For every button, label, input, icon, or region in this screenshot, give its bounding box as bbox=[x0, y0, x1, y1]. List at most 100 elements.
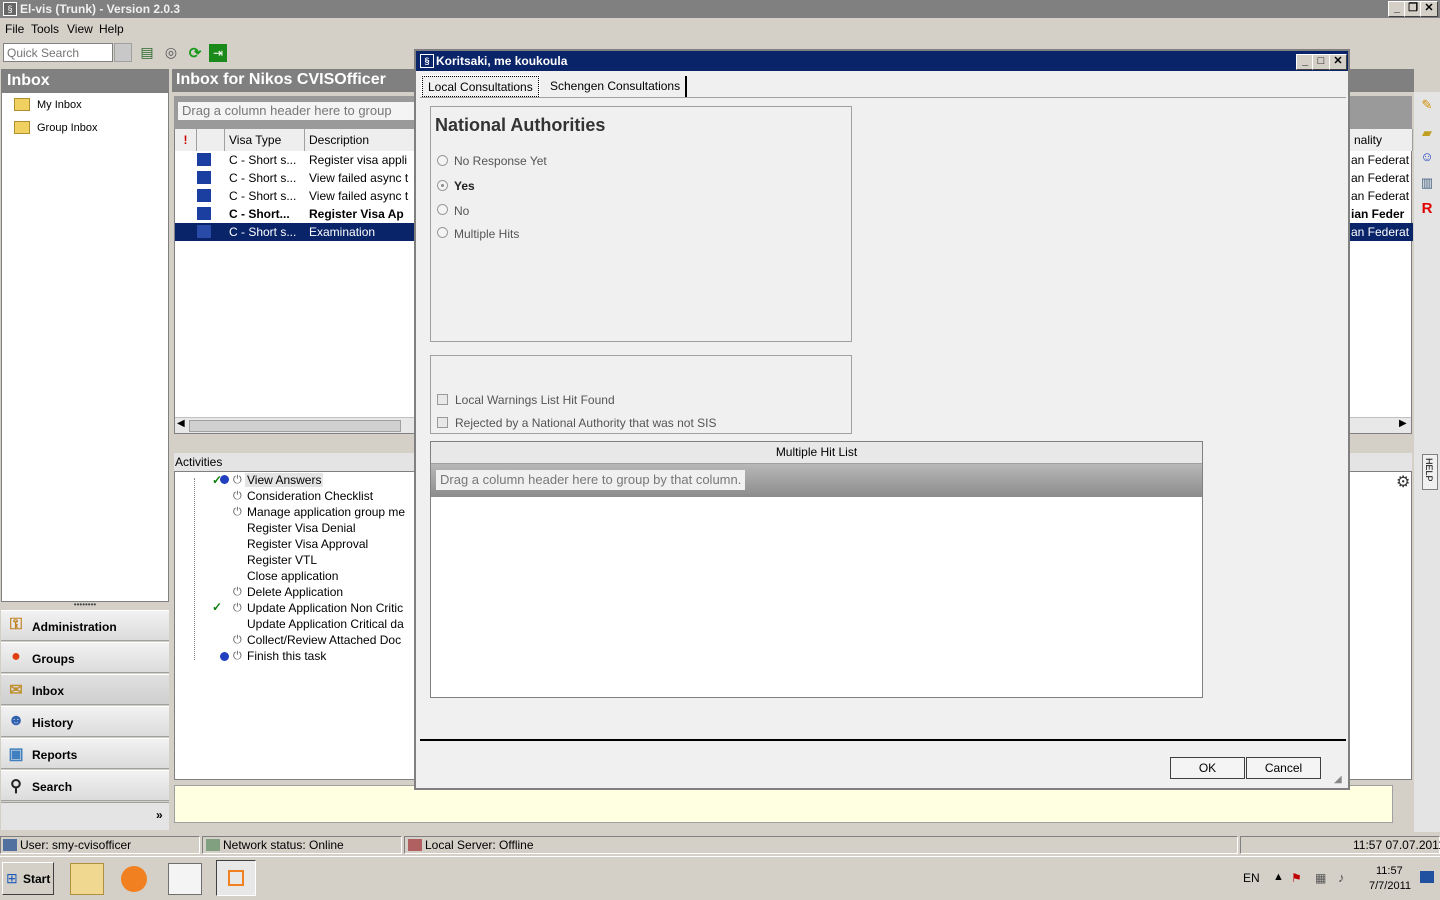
radio-no[interactable] bbox=[437, 204, 448, 215]
open-folder-icon[interactable]: ▰ bbox=[1420, 126, 1434, 140]
cell-visa-type: C - Short s... bbox=[229, 171, 297, 185]
show-hidden-icons-icon[interactable]: ▲ bbox=[1273, 871, 1284, 883]
clock-date[interactable]: 7/7/2011 bbox=[1369, 880, 1411, 892]
dialog-footer-separator bbox=[420, 739, 1346, 741]
column-header-priority[interactable]: ! bbox=[175, 129, 197, 151]
activity-update-critical[interactable]: Update Application Critical da bbox=[247, 617, 404, 631]
dialog-logo-icon[interactable]: § bbox=[420, 54, 434, 68]
table-row-selected[interactable]: C - Short s... Examination bbox=[175, 223, 415, 241]
eu-flag-icon bbox=[197, 189, 211, 202]
table-row[interactable]: C - Short... Register Visa Ap bbox=[175, 205, 415, 223]
current-step-icon bbox=[220, 652, 229, 661]
menu-tools[interactable]: Tools bbox=[31, 22, 59, 36]
clock-time[interactable]: 11:57 bbox=[1376, 865, 1403, 877]
dialog-title: Koritsaki, me koukoula bbox=[436, 54, 568, 68]
windows-logo-icon: ⊞ bbox=[6, 870, 18, 886]
activity-register-visa-denial[interactable]: Register Visa Denial bbox=[247, 521, 356, 535]
cancel-button[interactable]: Cancel bbox=[1246, 757, 1321, 779]
application-form-icon[interactable]: ▤ bbox=[138, 44, 156, 62]
nav-inbox[interactable]: ✉ Inbox bbox=[1, 674, 169, 705]
app-logo-icon[interactable]: § bbox=[3, 2, 17, 16]
scroll-thumb[interactable] bbox=[189, 420, 401, 432]
quick-search-input[interactable] bbox=[3, 43, 113, 62]
nav-reports[interactable]: ▣ Reports bbox=[1, 738, 169, 769]
menu-file[interactable]: File bbox=[5, 22, 24, 36]
exit-icon[interactable]: ⇥ bbox=[209, 44, 227, 62]
media-player-icon[interactable] bbox=[118, 863, 152, 895]
r-letter-icon[interactable]: R bbox=[1420, 201, 1434, 216]
sidebar-item-my-inbox[interactable]: My Inbox bbox=[37, 99, 82, 111]
start-button[interactable]: ⊞ Start bbox=[2, 862, 54, 895]
radio-multiple-hits[interactable] bbox=[437, 227, 448, 238]
cell-description: View failed async t bbox=[309, 189, 409, 203]
power-icon: ⏻ bbox=[233, 602, 242, 614]
column-header-nationality[interactable]: nality bbox=[1349, 129, 1413, 151]
binoculars-icon: ⚲ bbox=[10, 778, 22, 795]
nav-more-icon[interactable]: » bbox=[156, 808, 163, 822]
table-row[interactable]: C - Short s... Register visa appli bbox=[175, 151, 415, 169]
column-header-visa-type[interactable]: Visa Type bbox=[225, 129, 305, 151]
resize-grip-icon[interactable]: ◢ bbox=[1334, 774, 1342, 785]
activity-finish-task[interactable]: Finish this task bbox=[247, 649, 326, 663]
nav-administration[interactable]: ⚿ Administration bbox=[1, 610, 169, 641]
language-indicator[interactable]: EN bbox=[1243, 871, 1260, 885]
table-row[interactable]: C - Short s... View failed async t bbox=[175, 169, 415, 187]
explorer-icon[interactable] bbox=[70, 863, 104, 895]
quick-search-button[interactable] bbox=[114, 43, 132, 62]
dialog-maximize-button[interactable]: □ bbox=[1312, 54, 1330, 70]
activity-view-answers[interactable]: View Answers bbox=[245, 473, 324, 487]
scroll-left-icon[interactable]: ◀ bbox=[177, 418, 185, 429]
nav-label: History bbox=[32, 716, 74, 730]
sidebar-item-group-inbox[interactable]: Group Inbox bbox=[37, 122, 98, 134]
notepad-icon[interactable]: ▥ bbox=[1420, 176, 1434, 190]
checkbox-rejected-by-authority[interactable] bbox=[437, 417, 448, 428]
settings-gear-icon[interactable]: ⚙ bbox=[1396, 472, 1410, 492]
table-row[interactable]: C - Short s... View failed async t bbox=[175, 187, 415, 205]
tab-schengen-consultations[interactable]: Schengen Consultations bbox=[545, 76, 688, 97]
power-icon: ⏻ bbox=[233, 506, 242, 518]
scroll-right-icon[interactable]: ▶ bbox=[1399, 418, 1407, 429]
radio-no-response-yet[interactable] bbox=[437, 155, 448, 166]
activity-collect-attached-docs[interactable]: Collect/Review Attached Doc bbox=[247, 633, 401, 647]
elvis-task-button[interactable] bbox=[216, 860, 256, 896]
activity-register-vtl[interactable]: Register VTL bbox=[247, 553, 317, 567]
inbox-tree: My Inbox Group Inbox bbox=[1, 92, 169, 602]
dialog-close-button[interactable]: ✕ bbox=[1329, 54, 1347, 70]
action-center-icon[interactable]: ⚑ bbox=[1291, 871, 1302, 885]
checkbox-local-warnings[interactable] bbox=[437, 394, 448, 405]
activity-consideration-checklist[interactable]: Consideration Checklist bbox=[247, 489, 373, 503]
column-header-description[interactable]: Description bbox=[305, 129, 417, 151]
nav-overflow[interactable]: » bbox=[1, 802, 169, 830]
nav-groups[interactable]: ● Groups bbox=[1, 642, 169, 673]
radio-yes[interactable] bbox=[437, 180, 448, 191]
ok-button[interactable]: OK bbox=[1170, 757, 1245, 779]
nav-search[interactable]: ⚲ Search bbox=[1, 770, 169, 801]
status-server: Local Server: Offline bbox=[425, 838, 534, 852]
activity-register-visa-approval[interactable]: Register Visa Approval bbox=[247, 537, 368, 551]
cell-nationality: an Federat bbox=[1351, 171, 1410, 185]
taskbar: ⊞ Start EN ▲ ⚑ ▦ ♪ 11:57 7/7/2011 bbox=[0, 856, 1440, 900]
volume-icon[interactable]: ♪ bbox=[1338, 870, 1345, 885]
refresh-icon[interactable]: ⟳ bbox=[186, 44, 204, 62]
person-icon[interactable]: ☺ bbox=[1420, 150, 1434, 164]
help-tab[interactable]: HELP bbox=[1422, 454, 1438, 490]
tab-local-consultations[interactable]: Local Consultations bbox=[421, 75, 540, 98]
folder-icon bbox=[14, 98, 30, 111]
activity-update-non-critical[interactable]: Update Application Non Critic bbox=[247, 601, 403, 615]
network-tray-icon[interactable]: ▦ bbox=[1315, 871, 1326, 885]
radio-label: No bbox=[454, 204, 470, 218]
splitter-handle[interactable]: •••••••• bbox=[1, 601, 169, 610]
edit-note-icon[interactable]: ✎ bbox=[1420, 98, 1434, 112]
server-manager-icon[interactable] bbox=[168, 863, 202, 895]
status-datetime: 11:57 07.07.2011 bbox=[1353, 838, 1440, 852]
activity-close-application[interactable]: Close application bbox=[247, 569, 338, 583]
activity-delete-application[interactable]: Delete Application bbox=[247, 585, 343, 599]
fingerprint-icon[interactable]: ◎ bbox=[162, 44, 180, 62]
menu-help[interactable]: Help bbox=[99, 22, 124, 36]
nav-history[interactable]: ☻ History bbox=[1, 706, 169, 737]
activity-manage-application-group[interactable]: Manage application group me bbox=[247, 505, 405, 519]
menu-view[interactable]: View bbox=[67, 22, 93, 36]
column-header-flag[interactable] bbox=[197, 129, 225, 151]
close-button[interactable]: ✕ bbox=[1420, 1, 1438, 17]
show-desktop-icon[interactable] bbox=[1420, 871, 1434, 883]
